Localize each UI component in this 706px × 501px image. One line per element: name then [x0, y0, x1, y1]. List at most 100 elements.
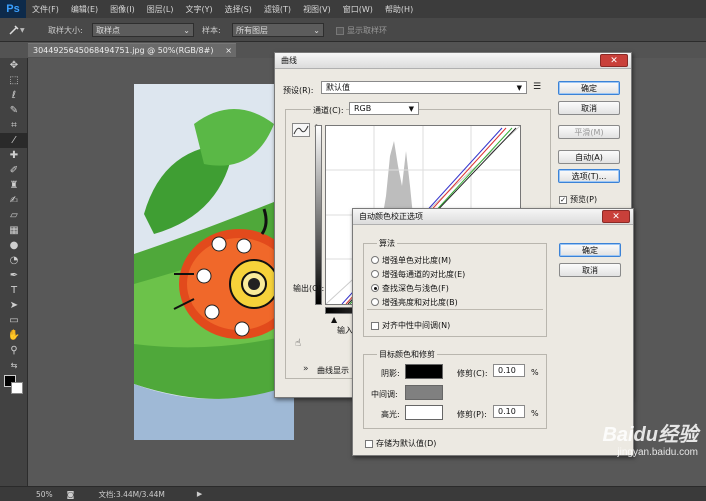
eyedropper-tool[interactable]: ⁄	[0, 133, 28, 148]
status-options-icon[interactable]: ◙	[67, 490, 75, 499]
zoom-level[interactable]: 50%	[36, 490, 53, 499]
save-default-checkbox[interactable]	[365, 439, 373, 448]
show-sampling-ring-checkbox[interactable]	[336, 26, 344, 35]
close-icon[interactable]: ×	[225, 46, 236, 55]
highlights-label: 高光:	[381, 410, 400, 419]
sample-label: 样本:	[202, 26, 221, 35]
clip-highlight-input[interactable]: 0.10	[493, 405, 525, 418]
target-adjust-icon[interactable]: ☝	[295, 338, 301, 349]
menu-item[interactable]: 窗口(W)	[337, 4, 379, 15]
menu-item[interactable]: 视图(V)	[297, 4, 337, 15]
clone-stamp-tool[interactable]: ♜	[0, 178, 28, 193]
channel-label: 通道(C):	[311, 105, 346, 116]
preset-select[interactable]: 默认值 ▼	[321, 81, 527, 94]
algorithm-option[interactable]: 增强每通道的对比度(E)	[371, 267, 465, 281]
shape-tool[interactable]: ▭	[0, 313, 28, 328]
menu-item[interactable]: 编辑(E)	[65, 4, 104, 15]
show-sampling-ring-toggle[interactable]: 显示取样环	[336, 25, 387, 36]
hand-tool[interactable]: ✋	[0, 328, 28, 343]
menu-item[interactable]: 图像(I)	[104, 4, 141, 15]
marquee-tool[interactable]: ⬚	[0, 73, 28, 88]
chevron-right-icon[interactable]: ▶	[197, 490, 202, 498]
snap-neutral-toggle[interactable]: 对齐中性中间调(N)	[371, 320, 450, 331]
percent-label: %	[531, 368, 539, 377]
radio-button[interactable]	[371, 256, 379, 264]
pen-tool[interactable]: ✒	[0, 268, 28, 283]
save-default-toggle[interactable]: 存储为默认值(D)	[365, 438, 436, 449]
document-tab[interactable]: 3044925645068494751.jpg @ 50%(RGB/8#) ×	[28, 43, 236, 57]
midtones-label: 中间调:	[371, 390, 398, 399]
close-button[interactable]: ✕	[600, 54, 628, 67]
auto-color-cancel-button[interactable]: 取消	[559, 263, 621, 277]
options-button[interactable]: 选项(T)...	[558, 169, 620, 183]
options-bar: ▼ 取样大小: 取样点 ⌄ 样本: 所有图层 ⌄ 显示取样环	[0, 18, 706, 42]
menu-item[interactable]: 图层(L)	[141, 4, 180, 15]
blur-tool[interactable]: ●	[0, 238, 28, 253]
pen-icon: ✒	[9, 270, 19, 281]
menu-item[interactable]: 选择(S)	[219, 4, 258, 15]
algorithm-option[interactable]: 查找深色与浅色(F)	[371, 281, 465, 295]
path-select-tool[interactable]: ➤	[0, 298, 28, 313]
eyedropper-icon: ⁄	[13, 135, 15, 146]
healing-brush-tool[interactable]: ✚	[0, 148, 28, 163]
quick-select-tool[interactable]: ✎	[0, 103, 28, 118]
save-default-label: 存储为默认值(D)	[376, 439, 437, 448]
radio-button[interactable]	[371, 298, 379, 306]
algorithm-label: 增强每通道的对比度(E)	[382, 269, 466, 279]
eraser-tool[interactable]: ▱	[0, 208, 28, 223]
dodge-tool[interactable]: ◔	[0, 253, 28, 268]
algorithm-option[interactable]: 增强亮度和对比度(B)	[371, 295, 465, 309]
type-tool[interactable]: T	[0, 283, 28, 298]
background-color[interactable]	[11, 382, 23, 394]
auto-color-ok-button[interactable]: 确定	[559, 243, 621, 257]
clip-shadow-input[interactable]: 0.10	[493, 364, 525, 377]
gradient-tool[interactable]: ▦	[0, 223, 28, 238]
sample-size-select[interactable]: 取样点 ⌄	[92, 23, 194, 37]
swap-colors[interactable]: ⇆	[0, 358, 28, 373]
preview-label: 预览(P)	[570, 195, 598, 204]
shadows-color-swatch[interactable]	[405, 364, 443, 379]
show-sampling-ring-label: 显示取样环	[347, 26, 387, 35]
dodge-icon: ◔	[9, 255, 19, 266]
history-brush-tool[interactable]: ✍	[0, 193, 28, 208]
color-swatches[interactable]	[0, 373, 27, 403]
midtones-color-swatch[interactable]	[405, 385, 443, 400]
menu-item[interactable]: 文件(F)	[26, 4, 65, 15]
curves-cancel-button[interactable]: 取消	[558, 101, 620, 115]
highlights-color-swatch[interactable]	[405, 405, 443, 420]
channel-value: RGB	[354, 104, 372, 113]
algorithm-label: 查找深色与浅色(F)	[382, 283, 449, 293]
eraser-icon: ▱	[10, 210, 18, 221]
preview-checkbox[interactable]: ✓	[559, 195, 567, 204]
crop-tool[interactable]: ⌗	[0, 118, 28, 133]
move-tool[interactable]: ✥	[0, 58, 28, 73]
curve-display-options-label[interactable]: 曲线显示	[317, 365, 349, 376]
eyedropper-tool-preset[interactable]: ▼	[8, 23, 30, 37]
chevron-down-icon: ▼	[408, 104, 414, 113]
target-colors-title: 目标颜色和修剪	[377, 349, 437, 360]
sample-size-label: 取样大小:	[48, 26, 83, 35]
smooth-button[interactable]: 平滑(M)	[558, 125, 620, 139]
sample-select[interactable]: 所有图层 ⌄	[232, 23, 324, 37]
brush-tool[interactable]: ✐	[0, 163, 28, 178]
curves-ok-button[interactable]: 确定	[558, 81, 620, 95]
curve-edit-points-button[interactable]	[292, 123, 310, 137]
menu-item[interactable]: 帮助(H)	[379, 4, 419, 15]
preset-options-icon[interactable]: ☰	[533, 82, 541, 92]
algorithm-option[interactable]: 增强单色对比度(M)	[371, 253, 465, 267]
lasso-tool[interactable]: ℓ	[0, 88, 28, 103]
algorithms-title: 算法	[377, 238, 397, 249]
radio-button[interactable]	[371, 270, 379, 278]
menu-item[interactable]: 滤镜(T)	[258, 4, 297, 15]
snap-neutral-checkbox[interactable]	[371, 321, 379, 330]
preview-toggle[interactable]: ✓ 预览(P)	[559, 194, 597, 205]
channel-select[interactable]: RGB ▼	[349, 102, 419, 115]
expand-chevron-icon[interactable]: »	[303, 364, 309, 374]
menu-item[interactable]: 文字(Y)	[179, 4, 218, 15]
auto-button[interactable]: 自动(A)	[558, 150, 620, 164]
radio-button[interactable]	[371, 284, 379, 292]
close-button[interactable]: ✕	[602, 210, 630, 223]
curves-title-bar: 曲线 ✕	[275, 53, 631, 69]
zoom-tool[interactable]: ⚲	[0, 343, 28, 358]
black-point-slider-icon[interactable]: ▲	[331, 315, 337, 324]
